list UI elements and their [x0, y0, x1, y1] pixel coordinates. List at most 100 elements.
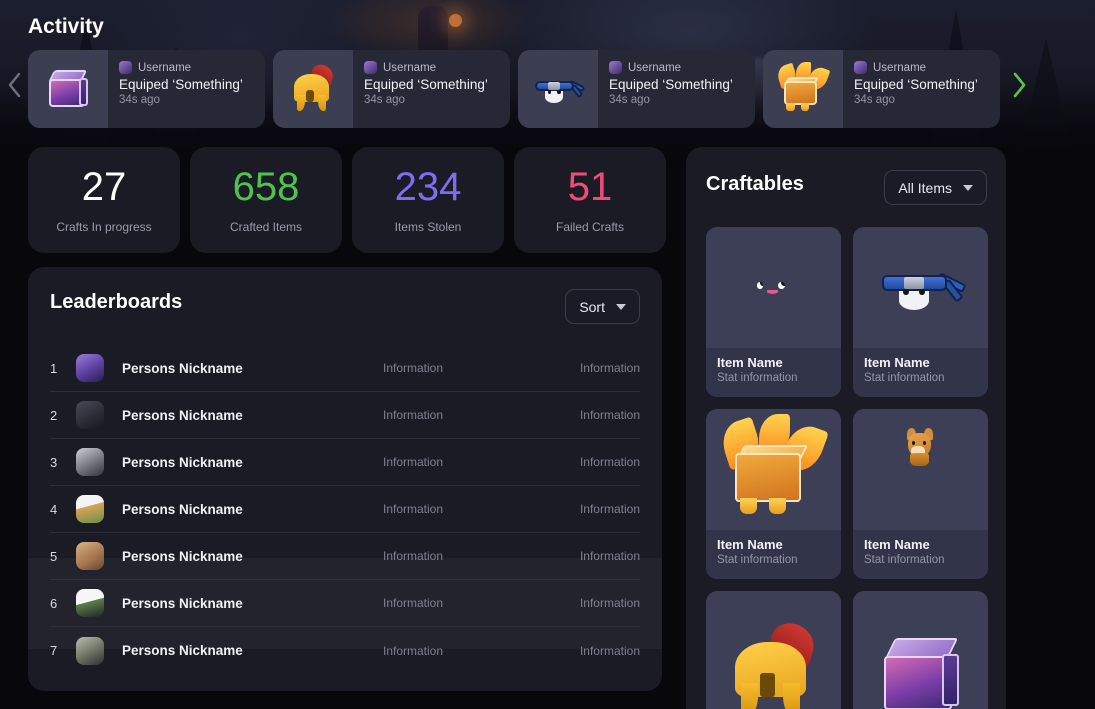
chevron-left-icon — [7, 72, 22, 98]
info-primary: Information — [383, 361, 443, 375]
avatar — [76, 589, 104, 617]
activity-card-text: Username Equiped ‘Something’ 34s ago — [598, 50, 755, 128]
activity-username: Username — [628, 62, 681, 74]
activity-card-text: Username Equiped ‘Something’ 34s ago — [843, 50, 1000, 128]
item-name: Item Name — [717, 355, 841, 370]
stat-card: 234 Items Stolen — [352, 147, 504, 253]
rank: 1 — [50, 361, 76, 376]
rank: 2 — [50, 408, 76, 423]
dashboard-root: Activity Username Equipe — [0, 0, 1095, 709]
craftable-card[interactable]: Item Name Stat information — [853, 409, 988, 579]
activity-prev-button[interactable] — [2, 66, 26, 104]
rank: 6 — [50, 596, 76, 611]
craftable-card[interactable]: Item Name Stat information — [706, 409, 841, 579]
craftable-icon-area — [853, 591, 988, 709]
craftable-card[interactable]: Item Name Stat information — [853, 591, 988, 709]
avatar — [76, 401, 104, 429]
craftable-card[interactable]: Item Name Stat information — [706, 591, 841, 709]
activity-card[interactable]: Username Equiped ‘Something’ 34s ago — [28, 50, 265, 128]
craftable-icon-area — [706, 409, 841, 530]
stat-value: 658 — [233, 167, 300, 207]
table-row[interactable]: 3 Persons Nickname Information Informati… — [50, 439, 640, 486]
activity-card[interactable]: Username Equiped ‘Something’ 34s ago — [763, 50, 1000, 128]
craftable-icon-area — [706, 591, 841, 709]
activity-card-icon — [763, 50, 843, 128]
activity-card[interactable]: Username Equiped ‘Something’ 34s ago — [273, 50, 510, 128]
cute-face-icon — [755, 275, 793, 301]
stat-value: 234 — [395, 167, 462, 207]
rank: 7 — [50, 643, 76, 658]
table-row[interactable]: 1 Persons Nickname Information Informati… — [50, 345, 640, 392]
item-stat: Stat information — [864, 554, 988, 566]
crystal-cube-icon — [877, 633, 965, 709]
activity-next-button[interactable] — [1007, 66, 1031, 104]
avatar — [76, 354, 104, 382]
craftable-card[interactable]: Item Name Stat information — [853, 227, 988, 397]
sort-dropdown[interactable]: Sort — [565, 289, 640, 324]
table-row[interactable]: 6 Persons Nickname Information Informati… — [50, 580, 640, 627]
activity-username: Username — [383, 62, 436, 74]
stat-card: 658 Crafted Items — [190, 147, 342, 253]
craftables-panel: Craftables All Items Item Name Stat info… — [686, 147, 1006, 709]
info-primary: Information — [383, 502, 443, 516]
table-row[interactable]: 5 Persons Nickname Information Informati… — [50, 533, 640, 580]
info-primary: Information — [383, 596, 443, 610]
stat-value: 27 — [82, 167, 127, 207]
activity-card-icon — [28, 50, 108, 128]
activity-action: Equiped ‘Something’ — [119, 77, 265, 92]
all-items-dropdown[interactable]: All Items — [884, 170, 987, 205]
activity-card-text: Username Equiped ‘Something’ 34s ago — [353, 50, 510, 128]
info-primary: Information — [383, 644, 443, 658]
avatar — [76, 542, 104, 570]
craftables-title: Craftables — [706, 173, 804, 196]
leaderboard-list: 1 Persons Nickname Information Informati… — [50, 345, 640, 674]
info-secondary: Information — [580, 408, 640, 422]
activity-title: Activity — [28, 15, 104, 39]
item-stat: Stat information — [717, 554, 841, 566]
chevron-right-icon — [1012, 72, 1027, 98]
activity-username: Username — [138, 62, 191, 74]
craftable-info: Item Name Stat information — [853, 348, 988, 397]
info-secondary: Information — [580, 455, 640, 469]
activity-time: 34s ago — [854, 94, 1000, 106]
activity-card-icon — [273, 50, 353, 128]
activity-action: Equiped ‘Something’ — [364, 77, 510, 92]
activity-card-text: Username Equiped ‘Something’ 34s ago — [108, 50, 265, 128]
craftable-info: Item Name Stat information — [706, 530, 841, 579]
stat-card: 51 Failed Crafts — [514, 147, 666, 253]
activity-time: 34s ago — [609, 94, 755, 106]
activity-action: Equiped ‘Something’ — [609, 77, 755, 92]
activity-card-icon — [518, 50, 598, 128]
avatar — [76, 637, 104, 665]
activity-time: 34s ago — [364, 94, 510, 106]
player-name: Persons Nickname — [122, 408, 243, 423]
info-primary: Information — [383, 408, 443, 422]
crystal-cube-icon — [45, 67, 91, 111]
avatar — [609, 61, 622, 74]
activity-card[interactable]: Username Equiped ‘Something’ 34s ago — [518, 50, 755, 128]
rank: 5 — [50, 549, 76, 564]
blue-headband-icon — [879, 257, 963, 319]
table-row[interactable]: 2 Persons Nickname Information Informati… — [50, 392, 640, 439]
all-items-dropdown-label: All Items — [898, 180, 952, 196]
activity-username: Username — [873, 62, 926, 74]
chevron-down-icon — [616, 304, 626, 310]
player-name: Persons Nickname — [122, 502, 243, 517]
stat-label: Crafts In progress — [56, 220, 151, 234]
table-row[interactable]: 4 Persons Nickname Information Informati… — [50, 486, 640, 533]
info-primary: Information — [383, 549, 443, 563]
craftable-card[interactable]: Item Name Stat information — [706, 227, 841, 397]
craftable-info: Item Name Stat information — [706, 348, 841, 397]
craftable-info: Item Name Stat information — [853, 530, 988, 579]
stat-label: Failed Crafts — [556, 220, 624, 234]
item-stat: Stat information — [864, 372, 988, 384]
stat-label: Crafted Items — [230, 220, 302, 234]
item-name: Item Name — [864, 537, 988, 552]
info-secondary: Information — [580, 596, 640, 610]
flaming-cube-icon — [721, 419, 827, 521]
player-name: Persons Nickname — [122, 455, 243, 470]
stat-label: Items Stolen — [395, 220, 462, 234]
table-row[interactable]: 7 Persons Nickname Information Informati… — [50, 627, 640, 674]
avatar — [364, 61, 377, 74]
info-secondary: Information — [580, 549, 640, 563]
